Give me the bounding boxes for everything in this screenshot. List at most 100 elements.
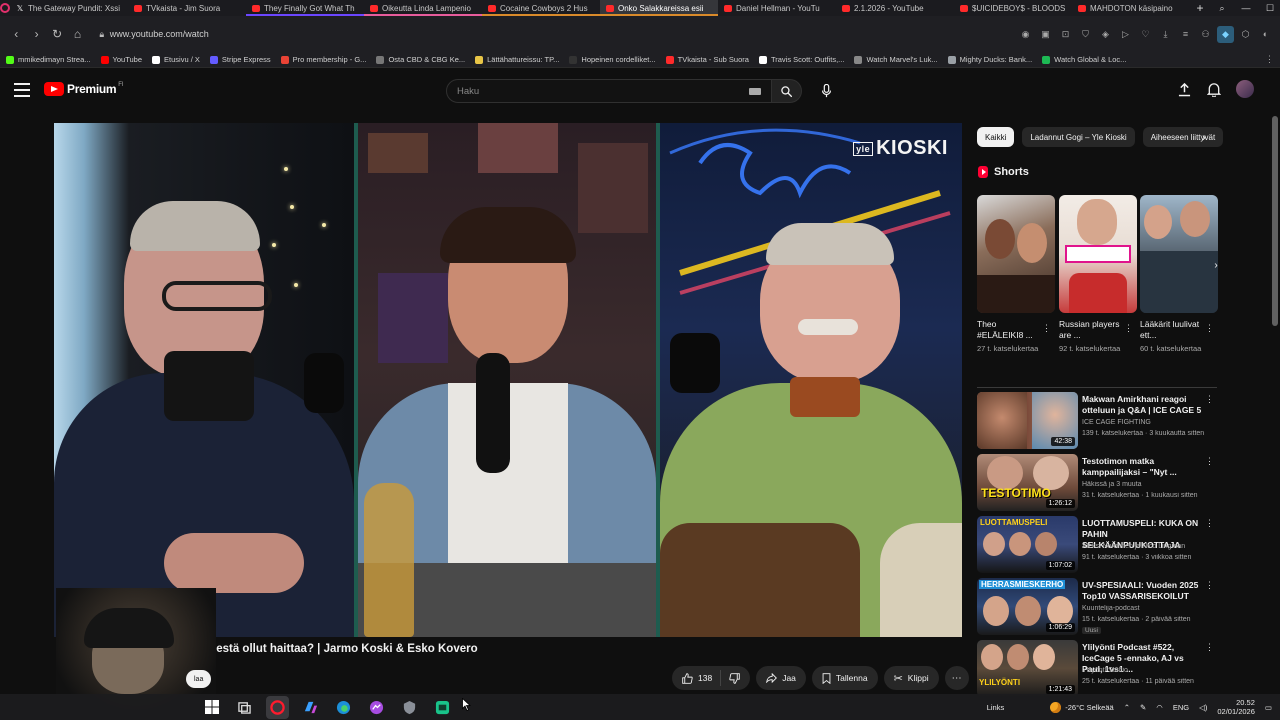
aria-icon[interactable]: ◐ <box>1257 26 1274 43</box>
edge-taskbar-button[interactable] <box>332 696 355 719</box>
search-input[interactable] <box>457 85 749 97</box>
obs-taskbar-button[interactable] <box>431 696 454 719</box>
cube-icon[interactable]: ⬡ <box>1237 26 1254 43</box>
bookmarks-more-icon[interactable]: ⋮ <box>1265 54 1274 65</box>
more-actions-button[interactable]: ⋯ <box>944 666 969 690</box>
dislike-button[interactable] <box>721 672 750 684</box>
bookmark-item[interactable]: TVkaista - Sub Suora <box>665 55 749 64</box>
bookmark-item[interactable]: Mighty Ducks: Bank... <box>947 55 1032 64</box>
keyboard-icon[interactable] <box>749 87 761 95</box>
profile-icon[interactable]: ⚇ <box>1197 26 1214 43</box>
recommended-video[interactable]: HERRASMIESKERHO 1:06:29 UV-SPESIAALI: Vu… <box>977 578 1222 636</box>
video-menu-icon[interactable]: ⋮ <box>1205 518 1214 529</box>
messenger-taskbar-button[interactable] <box>365 696 388 719</box>
bookmark-item[interactable]: Watch Global & Loc... <box>1042 55 1126 64</box>
start-button[interactable] <box>200 696 223 719</box>
search-button[interactable] <box>772 79 802 103</box>
weather-widget[interactable]: -26°C Selkeää <box>1050 701 1114 713</box>
browser-tab[interactable]: 2.1.2026 - YouTube <box>836 0 954 16</box>
recommended-video[interactable]: LUOTTAMUSPELI 1:07:02 LUOTTAMUSPELI: KUK… <box>977 516 1222 574</box>
opera-taskbar-button[interactable] <box>266 695 289 719</box>
minimize-icon[interactable]: — <box>1234 3 1258 13</box>
bookmark-item[interactable]: Hopeinen cordelliket... <box>569 55 656 64</box>
short-menu-icon[interactable]: ⋮ <box>1042 323 1051 334</box>
camera-icon[interactable]: ◉ <box>1017 26 1034 43</box>
short-item[interactable]: Theo #ELÄLEIKI8 ... 27 t. katselukertaa … <box>977 195 1055 354</box>
bookmark-item[interactable]: Etusivu / X <box>152 55 200 64</box>
volume-icon[interactable]: ◁) <box>1199 703 1207 712</box>
video-menu-icon[interactable]: ⋮ <box>1205 456 1214 467</box>
notifications-button[interactable] <box>1206 80 1222 98</box>
browser-tab[interactable]: Cocaine Cowboys 2 Hus <box>482 0 600 16</box>
video-menu-icon[interactable]: ⋮ <box>1205 394 1214 405</box>
bookmark-item[interactable]: Osta CBD & CBG Ke... <box>376 55 465 64</box>
channel-name[interactable]: Häkissä ja 3 muuta <box>1082 481 1206 488</box>
short-menu-icon[interactable]: ⋮ <box>1124 323 1133 334</box>
capture-icon[interactable]: ⊡ <box>1057 26 1074 43</box>
shorts-next-icon[interactable]: › <box>1208 257 1224 273</box>
recommended-video[interactable]: TESTOTIMO 1:26:12 Testotimon matka kampp… <box>977 454 1222 512</box>
home-icon[interactable]: ⌂ <box>67 23 87 45</box>
subscribe-button[interactable]: laa <box>186 670 212 688</box>
filter-chip[interactable]: Kaikki <box>977 127 1015 147</box>
short-item[interactable]: Russian players are ... 92 t. katseluker… <box>1059 195 1137 354</box>
browser-tab[interactable]: Onko Salakkareissa esii <box>600 0 718 16</box>
chips-next-icon[interactable]: › <box>1196 130 1212 146</box>
browser-tab[interactable]: TVkaista - Jim Suora <box>128 0 246 16</box>
page-scrollbar[interactable] <box>1272 116 1278 326</box>
task-view-button[interactable] <box>233 696 256 719</box>
vpn-icon[interactable]: ◈ <box>1097 26 1114 43</box>
account-avatar[interactable] <box>1236 80 1254 98</box>
channel-name[interactable]: Ylilyönti Studio <box>1082 667 1206 674</box>
clip-button[interactable]: ✂ Klippi <box>883 666 939 690</box>
reload-icon[interactable]: ↻ <box>47 23 67 45</box>
like-button[interactable]: 138 <box>672 670 722 686</box>
bookmark-item[interactable]: mmikedimayn Strea... <box>6 55 91 64</box>
video-menu-icon[interactable]: ⋮ <box>1205 580 1214 591</box>
links-toolbar[interactable]: Links <box>987 703 1005 712</box>
forward-icon[interactable]: › <box>26 23 46 45</box>
back-icon[interactable]: ‹ <box>6 23 26 45</box>
bookmark-item[interactable]: Watch Marvel's Luk... <box>854 55 938 64</box>
channel-name[interactable]: Kuuntelija-podcast <box>1082 605 1206 612</box>
download-icon[interactable]: ⤓ <box>1157 26 1174 43</box>
snapshot-icon[interactable]: ▣ <box>1037 26 1054 43</box>
copilot-taskbar-button[interactable] <box>299 696 322 719</box>
adblock-icon[interactable]: ⛉ <box>1077 26 1094 43</box>
video-menu-icon[interactable]: ⋮ <box>1205 642 1214 653</box>
recommended-video[interactable]: YLILYÖNTI 1:21:43 Ylilyönti Podcast #522… <box>977 640 1222 698</box>
clock[interactable]: 20.52 02/01/2026 <box>1217 698 1255 716</box>
video-player[interactable]: yle KIOSKI <box>54 123 962 637</box>
maximize-icon[interactable]: ☐ <box>1258 3 1280 14</box>
search-tabs-icon[interactable]: ⌕ <box>1210 3 1234 14</box>
pen-icon[interactable]: ✎ <box>1140 703 1146 712</box>
app-taskbar-button[interactable] <box>398 696 421 719</box>
menu-icon[interactable] <box>14 83 30 97</box>
browser-tab[interactable]: MAHDOTON käsipaino <box>1072 0 1190 16</box>
easy-setup-icon[interactable]: ≡ <box>1177 26 1194 43</box>
share-button[interactable]: Jaa <box>756 666 806 690</box>
bookmark-item[interactable]: Stripe Express <box>209 55 271 64</box>
bookmark-item[interactable]: Pro membership - G... <box>280 55 366 64</box>
language-indicator[interactable]: ENG <box>1173 703 1189 712</box>
heart-icon[interactable]: ♡ <box>1137 26 1154 43</box>
browser-tab[interactable]: $UICIDEBOY$ - BLOODS <box>954 0 1072 16</box>
channel-name[interactable]: Aleksi Nurminen ja Nico Lingman <box>1082 543 1206 550</box>
tray-overflow-icon[interactable]: ⌃ <box>1124 703 1130 712</box>
bookmark-item[interactable]: Lättähattureissu: TP... <box>475 55 559 64</box>
new-tab-button[interactable]: + <box>1190 1 1210 15</box>
browser-tab[interactable]: 𝕏 The Gateway Pundit: Xssi <box>10 0 128 16</box>
voice-search-button[interactable] <box>813 79 839 103</box>
url-field[interactable]: 🔒︎ www.youtube.com/watch <box>94 23 911 45</box>
extension-icon[interactable]: ◆ <box>1217 25 1235 43</box>
youtube-logo[interactable]: Premium FI <box>44 82 124 96</box>
browser-tab[interactable]: They Finally Got What Th <box>246 0 364 16</box>
bookmark-item[interactable]: Travis Scott: Outfits,... <box>758 55 844 64</box>
save-button[interactable]: Tallenna <box>811 666 878 690</box>
play-icon[interactable]: ▷ <box>1117 26 1134 43</box>
browser-menu-button[interactable] <box>0 0 10 16</box>
recommended-video[interactable]: 42:38 Makwan Amirkhani reagoi otteluun j… <box>977 392 1222 450</box>
browser-tab[interactable]: Oikeutta Linda Lampenio <box>364 0 482 16</box>
bookmark-item[interactable]: YouTube <box>100 55 142 64</box>
filter-chip[interactable]: Ladannut Gogi – Yle Kioski <box>1022 127 1135 147</box>
